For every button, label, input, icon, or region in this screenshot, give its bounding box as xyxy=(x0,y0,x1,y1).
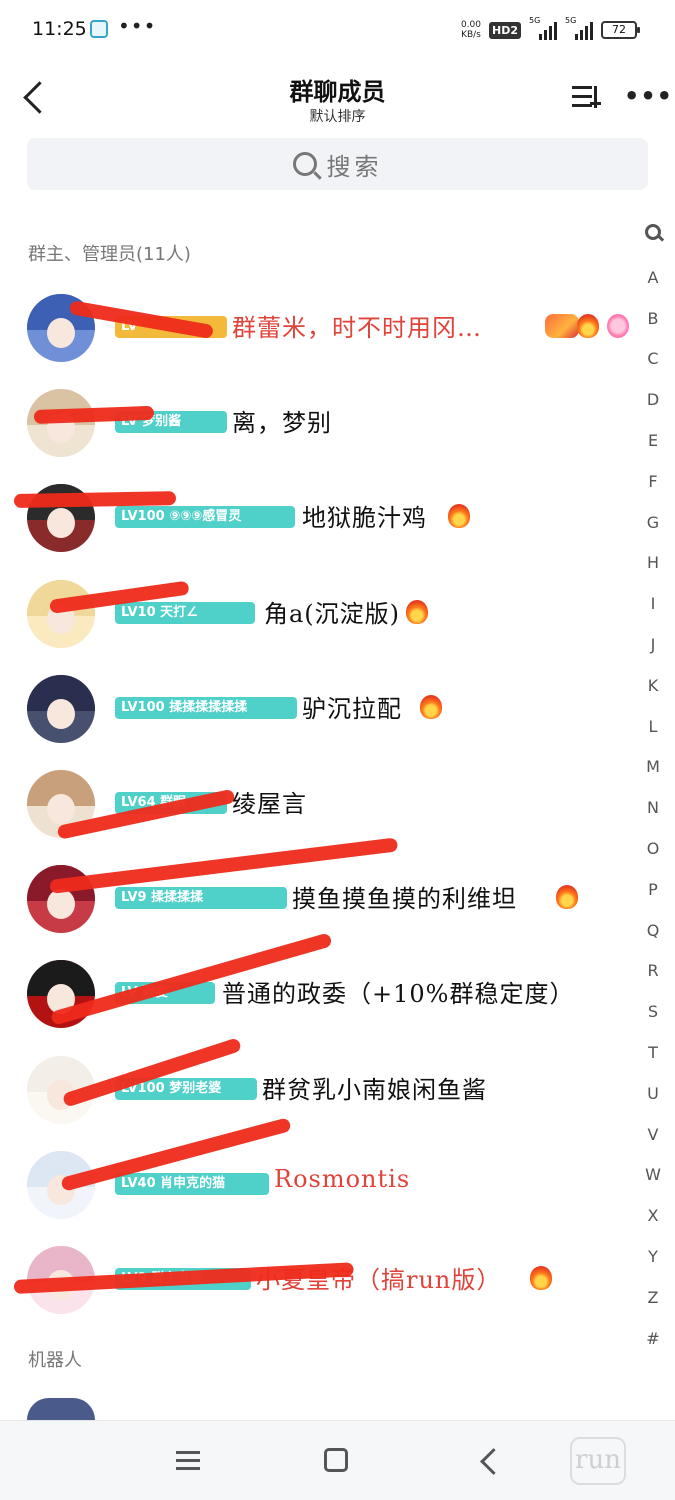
member-level-badge: LV10 天打∠ xyxy=(115,601,255,624)
member-avatar[interactable] xyxy=(27,579,95,648)
fire-icon xyxy=(420,694,442,719)
fire-icon xyxy=(448,504,470,529)
status-time: 11:25 xyxy=(32,18,87,40)
member-name: 群蕾米，时不时用冈… xyxy=(232,314,482,342)
index-letter[interactable]: K xyxy=(638,673,668,714)
index-letter[interactable]: S xyxy=(638,999,668,1040)
alphabet-index[interactable]: A B C D E F G H I J K L M N O P Q R S T U V W X Y Z # xyxy=(638,220,668,1366)
system-nav-bar: run xyxy=(0,1420,675,1500)
member-name: 驴沉拉配 xyxy=(302,694,402,723)
index-letter[interactable]: D xyxy=(638,387,668,428)
recent-apps-icon[interactable] xyxy=(176,1449,202,1473)
index-letter[interactable]: V xyxy=(638,1122,668,1163)
signal-icon-1: 5G xyxy=(529,16,557,40)
index-letter[interactable]: Q xyxy=(638,918,668,959)
index-letter[interactable]: F xyxy=(638,469,668,510)
member-row[interactable]: LV 群蕾米，时不时用冈… xyxy=(0,280,630,374)
member-row[interactable]: LV 政委普通的政委（+10%群稳定度） xyxy=(0,946,630,1040)
fire-icon xyxy=(406,599,428,624)
index-letter[interactable]: I xyxy=(638,591,668,632)
index-letter[interactable]: E xyxy=(638,428,668,469)
smile-icon xyxy=(607,314,629,338)
network-speed-unit: KB/s xyxy=(461,30,481,40)
index-letter[interactable]: Y xyxy=(638,1244,668,1285)
signal-label-1: 5G xyxy=(529,16,541,25)
search-placeholder: 搜索 xyxy=(326,152,383,181)
member-level-badge: LV40 肖申克的猫 xyxy=(115,1172,269,1195)
index-letter[interactable]: X xyxy=(638,1203,668,1244)
fire-icon xyxy=(577,314,599,338)
index-letter[interactable]: A xyxy=(638,265,668,306)
index-letter[interactable]: Z xyxy=(638,1285,668,1326)
index-search-icon[interactable] xyxy=(638,224,668,265)
network-speed: 0.00 KB/s xyxy=(461,20,481,40)
member-row[interactable]: LV9 揉揉揉揉 摸鱼摸鱼摸的利维坦 xyxy=(0,851,630,945)
member-name: 绫屋言 xyxy=(232,790,307,818)
index-letter[interactable]: P xyxy=(638,877,668,918)
more-notifications-icon: ••• xyxy=(118,14,157,38)
index-letter[interactable]: B xyxy=(638,306,668,347)
member-row[interactable]: LV10 天打∠ 角a(沉淀版) xyxy=(0,566,630,660)
index-letter[interactable]: J xyxy=(638,632,668,673)
member-name: Rosmontis xyxy=(274,1164,411,1193)
member-level-badge: LV9 揉揉揉揉 xyxy=(115,887,287,910)
hd-badge: HD2 xyxy=(489,21,521,39)
index-letter[interactable]: T xyxy=(638,1040,668,1081)
member-level-badge: LV100 揉揉揉揉揉揉 xyxy=(115,696,297,719)
index-letter[interactable]: H xyxy=(638,550,668,591)
status-indicators: 0.00 KB/s HD2 5G 5G 72 xyxy=(461,16,640,44)
index-letter[interactable]: G xyxy=(638,510,668,551)
member-level-badge: LV100 ⑨⑨⑨感冒灵 xyxy=(115,506,295,529)
nav-back-icon[interactable] xyxy=(474,1447,502,1475)
index-letter[interactable]: L xyxy=(638,714,668,755)
dragon-icon xyxy=(545,314,579,338)
search-bar[interactable]: 搜索 xyxy=(27,138,648,190)
member-name: 摸鱼摸鱼摸的利维坦 xyxy=(292,885,517,914)
watermark-logo: run xyxy=(570,1437,626,1485)
battery-icon: 72 xyxy=(601,21,640,39)
member-name: 角a(沉淀版) xyxy=(264,599,401,628)
index-letter[interactable]: C xyxy=(638,346,668,387)
bot-avatar[interactable] xyxy=(27,1398,95,1420)
page-header: 群聊成员 默认排序 ••• xyxy=(0,60,675,138)
index-letter[interactable]: M xyxy=(638,754,668,795)
member-row[interactable]: LV100 揉揉揉揉揉揉 驴沉拉配 xyxy=(0,661,630,755)
redaction-scribble xyxy=(13,491,177,508)
more-icon[interactable]: ••• xyxy=(624,82,672,114)
network-speed-value: 0.00 xyxy=(460,20,481,30)
index-letter[interactable]: N xyxy=(638,795,668,836)
member-avatar[interactable] xyxy=(27,674,95,743)
section-admins-label: 群主、管理员(11人) xyxy=(28,244,191,265)
index-letter[interactable]: # xyxy=(638,1326,668,1367)
status-bar: 11:25 ••• 0.00 KB/s HD2 5G 5G 72 xyxy=(0,0,675,60)
home-icon[interactable] xyxy=(324,1448,348,1472)
signal-icon-2: 5G xyxy=(565,16,593,40)
app-notification-icon xyxy=(90,20,108,38)
member-name: 普通的政委（+10%群稳定度） xyxy=(222,980,575,1009)
index-letter[interactable]: R xyxy=(638,958,668,999)
index-letter[interactable]: O xyxy=(638,836,668,877)
fire-icon xyxy=(530,1266,552,1290)
index-letter[interactable]: U xyxy=(638,1081,668,1122)
member-row[interactable]: LV100 ⑨⑨⑨感冒灵 地狱脆汁鸡 xyxy=(0,470,630,564)
member-row[interactable]: LV 梦别酱 离，梦别 xyxy=(0,375,630,469)
sort-icon[interactable] xyxy=(568,82,604,114)
index-letter[interactable]: W xyxy=(638,1162,668,1203)
section-bots-label: 机器人 xyxy=(28,1350,82,1371)
member-row[interactable]: LV64 群眠 绫屋言 xyxy=(0,756,630,850)
fire-icon xyxy=(556,885,578,910)
member-row[interactable]: LV40 肖申克的猫 Rosmontis xyxy=(0,1137,630,1231)
member-name: 地狱脆汁鸡 xyxy=(302,504,427,533)
search-icon xyxy=(292,152,317,176)
signal-label-2: 5G xyxy=(565,16,577,25)
member-name: 群贫乳小南娘闲鱼酱 xyxy=(262,1075,487,1104)
member-name: 离，梦别 xyxy=(232,409,332,438)
